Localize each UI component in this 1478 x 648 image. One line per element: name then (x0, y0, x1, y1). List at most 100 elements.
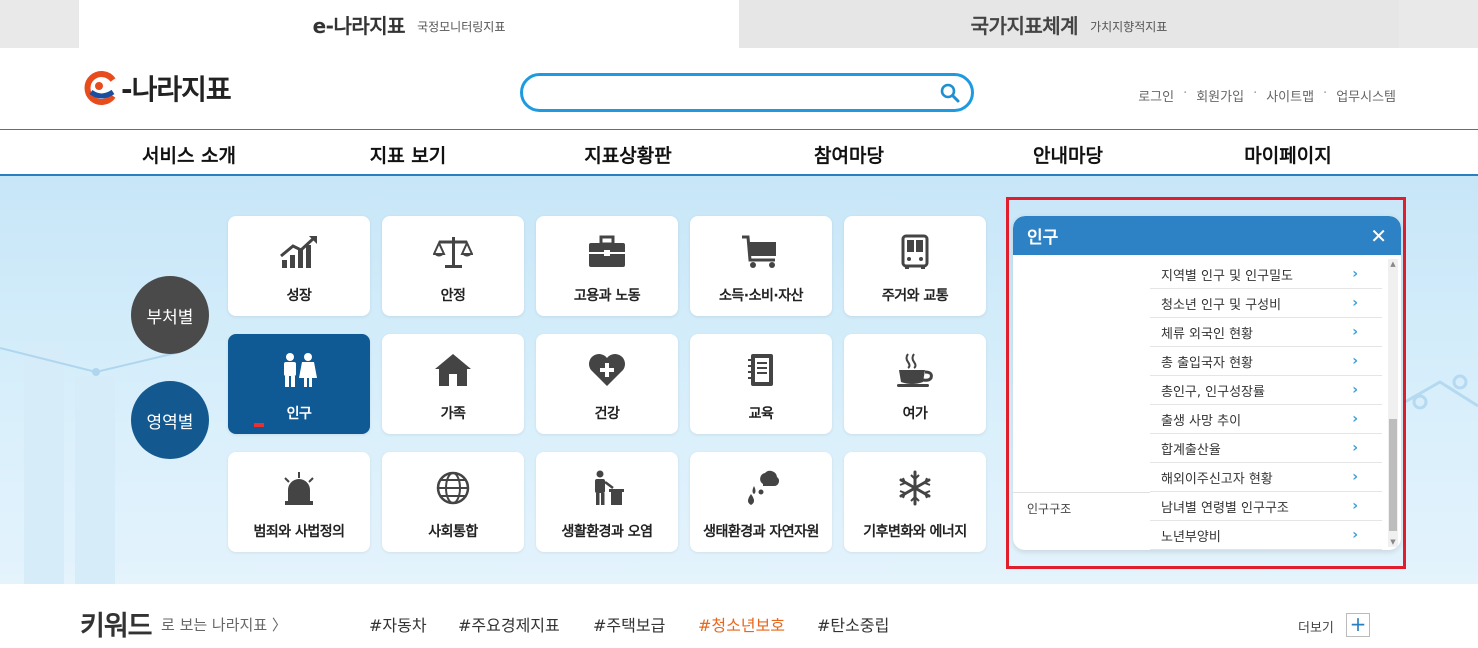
tile-income[interactable]: 소득·소비·자산 (690, 216, 832, 316)
list-item[interactable]: 체류 외국인 현황 › (1150, 318, 1382, 347)
login-link[interactable]: 로그인 (1138, 86, 1174, 105)
tab-e-narajipyo[interactable]: e-나라지표 국정모니터링지표 (79, 0, 739, 48)
selected-marker (254, 423, 264, 427)
list-item[interactable]: 합계출산율 › (1150, 434, 1382, 463)
nav-service-intro[interactable]: 서비스 소개 (142, 141, 236, 168)
tile-employment[interactable]: 고용과 노동 (536, 216, 678, 316)
tile-label: 범죄와 사법정의 (253, 524, 345, 540)
chevron-right-icon: › (1352, 469, 1358, 485)
separator: · (1183, 86, 1188, 101)
list-item[interactable]: 지역별 인구 및 인구밀도 › (1150, 260, 1382, 289)
globe-icon (433, 469, 473, 507)
search-input[interactable] (537, 76, 937, 109)
cloud-rain-icon (741, 469, 781, 507)
tab-sub-label: 국정모니터링지표 (417, 19, 506, 34)
list-item-label: 체류 외국인 현황 (1161, 326, 1253, 342)
sitemap-link[interactable]: 사이트맵 (1266, 86, 1314, 105)
list-item[interactable]: 총인구, 인구성장률 › (1150, 376, 1382, 405)
heart-plus-icon (587, 351, 627, 389)
chevron-right-icon: › (1352, 266, 1358, 282)
list-item[interactable]: 출생 사망 추이 › (1150, 405, 1382, 434)
tile-health[interactable]: 건강 (536, 334, 678, 434)
tab-main-label: 국가지표체계 (970, 13, 1079, 38)
nav-indicator-view[interactable]: 지표 보기 (370, 141, 447, 168)
tile-social-integration[interactable]: 사회통합 (382, 452, 524, 552)
popup-list: 지역별 인구 및 인구밀도 › 청소년 인구 및 구성비 › 체류 외국인 현황 › … (1013, 255, 1401, 550)
chevron-right-icon: › (1352, 411, 1358, 427)
tab-national-indicator[interactable]: 국가지표체계 가치지향적지표 (739, 0, 1399, 48)
tile-label: 인구 (286, 406, 312, 422)
keyword-tag-highlighted[interactable]: #청소년보호 (698, 612, 785, 636)
nav-guide[interactable]: 안내마당 (1033, 141, 1103, 168)
bus-icon (895, 233, 935, 271)
tile-population[interactable]: 인구 (228, 334, 370, 434)
by-ministry-label: 부처별 (146, 307, 194, 328)
keyword-tag[interactable]: #주택보급 (593, 612, 665, 636)
keyword-title: 키워드 (80, 611, 153, 642)
snowflake-icon (895, 469, 935, 507)
keyword-tag[interactable]: #자동차 (369, 612, 427, 636)
tile-label: 여가 (902, 406, 928, 422)
plus-icon[interactable]: + (1346, 613, 1370, 637)
chevron-right-icon: › (1352, 440, 1358, 456)
tile-label: 기후변화와 에너지 (863, 524, 967, 540)
list-item[interactable]: 해외이주신고자 현황 › (1150, 463, 1382, 492)
by-area-button[interactable]: 영역별 (131, 381, 209, 459)
more-label[interactable]: 더보기 (1298, 617, 1334, 636)
tab-main-label: e-나라지표 (312, 13, 406, 38)
popup-header: 인구 ✕ (1013, 216, 1401, 255)
list-item-label: 합계출산율 (1161, 442, 1221, 458)
tile-label: 사회통합 (428, 524, 478, 540)
by-ministry-button[interactable]: 부처별 (131, 276, 209, 354)
tab-sub-label: 가치지향적지표 (1090, 19, 1168, 34)
keyword-tag[interactable]: #주요경제지표 (458, 612, 560, 636)
signup-link[interactable]: 회원가입 (1196, 86, 1244, 105)
people-icon (279, 351, 319, 389)
tile-growth[interactable]: 성장 (228, 216, 370, 316)
scale-icon (433, 233, 473, 271)
tile-crime-justice[interactable]: 범죄와 사법정의 (228, 452, 370, 552)
header: -나라지표 로그인 · 회원가입 · 사이트맵 · 업무시스템 (0, 48, 1478, 130)
tile-label: 가족 (440, 406, 466, 422)
keyword-subtitle-link[interactable]: 로 보는 나라지표 〉 (161, 614, 287, 635)
keyword-tag[interactable]: #탄소중립 (817, 612, 889, 636)
nav-participation[interactable]: 참여마당 (814, 141, 884, 168)
tile-ecology[interactable]: 생태환경과 자연자원 (690, 452, 832, 552)
list-item-label: 출생 사망 추이 (1161, 413, 1242, 429)
popup-scrollbar[interactable]: ▲ ▼ (1388, 259, 1398, 547)
nav-mypage[interactable]: 마이페이지 (1244, 141, 1331, 168)
list-item[interactable]: 총 출입국자 현황 › (1150, 347, 1382, 376)
chevron-right-icon: › (1352, 353, 1358, 369)
list-item[interactable]: 남녀별 연령별 인구구조 › (1150, 492, 1382, 521)
by-area-label: 영역별 (146, 412, 194, 433)
tile-stability[interactable]: 안정 (382, 216, 524, 316)
notebook-icon (741, 351, 781, 389)
list-item[interactable]: 청소년 인구 및 구성비 › (1150, 289, 1382, 318)
tile-family[interactable]: 가족 (382, 334, 524, 434)
tile-education[interactable]: 교육 (690, 334, 832, 434)
tile-living-environment[interactable]: 생활환경과 오염 (536, 452, 678, 552)
nav-dashboard[interactable]: 지표상황판 (584, 141, 671, 168)
work-system-link[interactable]: 업무시스템 (1336, 86, 1396, 105)
logo-mark-icon (83, 70, 119, 106)
separator: · (1253, 86, 1258, 101)
site-logo[interactable]: -나라지표 (83, 68, 232, 108)
tile-climate-energy[interactable]: 기후변화와 에너지 (844, 452, 986, 552)
tile-leisure[interactable]: 여가 (844, 334, 986, 434)
tile-housing[interactable]: 주거와 교통 (844, 216, 986, 316)
category-label: 인구구조 (1027, 502, 1072, 516)
siren-icon (279, 469, 319, 507)
list-item[interactable]: 노년부양비 › (1150, 521, 1382, 550)
briefcase-icon (587, 233, 627, 271)
scroll-down-icon[interactable]: ▼ (1388, 537, 1398, 547)
list-item-label: 총 출입국자 현황 (1161, 355, 1253, 371)
list-item-label: 지역별 인구 및 인구밀도 (1161, 268, 1293, 284)
search-icon[interactable] (939, 82, 961, 104)
close-icon[interactable]: ✕ (1370, 226, 1387, 246)
tile-label: 건강 (594, 406, 620, 422)
tile-label: 생활환경과 오염 (561, 524, 653, 540)
coffee-icon (895, 351, 935, 389)
scroll-thumb[interactable] (1389, 419, 1397, 531)
site-tabs: e-나라지표 국정모니터링지표 국가지표체계 가치지향적지표 (0, 0, 1478, 48)
scroll-up-icon[interactable]: ▲ (1388, 259, 1398, 269)
